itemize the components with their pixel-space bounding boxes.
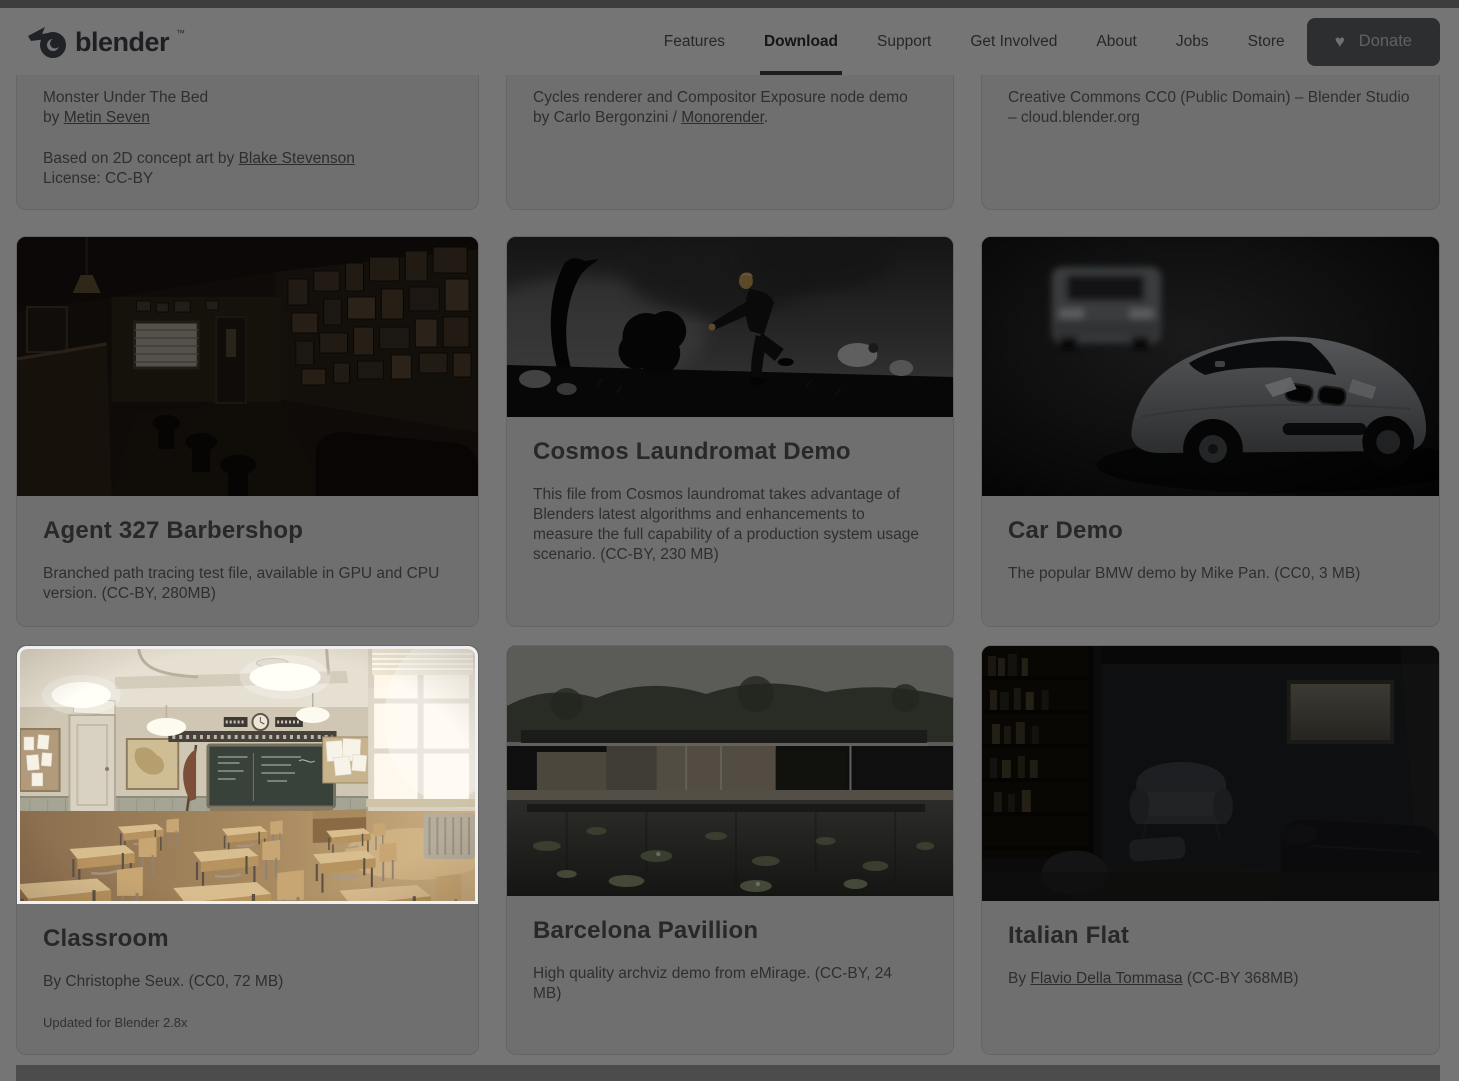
classroom-thumbnail[interactable] <box>17 646 478 904</box>
monster-license: License: CC-BY <box>43 170 154 187</box>
window-top-strip <box>0 0 1459 8</box>
exposure-byline-suffix: . <box>763 109 769 126</box>
blender-logo-icon <box>28 26 66 58</box>
card-classroom: Classroom By Christophe Seux. (CC0, 72 M… <box>16 645 479 1055</box>
card-description: By Flavio Della Tommasa (CC-BY 368MB) <box>1008 969 1413 989</box>
card-cc0-license: Creative Commons CC0 (Public Domain) – B… <box>981 75 1440 210</box>
monster-credit-prefix: Based on 2D concept art by <box>43 150 239 167</box>
card-cosmos-laundromat: Cosmos Laundromat Demo This file from Co… <box>506 236 954 627</box>
donate-label: Donate <box>1358 32 1412 50</box>
demo-files-grid: Monster Under The Bed by Metin Seven Bas… <box>0 75 1459 1081</box>
site-navbar: blender ™ Features Download Support Get … <box>0 8 1459 75</box>
card-barcelona-pavillion: Barcelona Pavillion High quality archviz… <box>506 645 954 1055</box>
link-monorender[interactable]: Monorender <box>681 109 764 126</box>
card-text: Cycles renderer and Compositor Exposure … <box>533 88 927 128</box>
monster-title-line: Monster Under The Bed <box>43 89 209 106</box>
heart-icon: ♥ <box>1334 32 1345 51</box>
card-title: Barcelona Pavillion <box>533 917 759 944</box>
card-description: By Christophe Seux. (CC0, 72 MB) <box>43 973 284 990</box>
card-description: This file from Cosmos laundromat takes a… <box>533 486 919 563</box>
nav-store[interactable]: Store <box>1248 33 1285 51</box>
card-description: Branched path tracing test file, availab… <box>43 565 440 602</box>
card-title: Cosmos Laundromat Demo <box>533 438 851 465</box>
card-agent-327: Agent 327 Barbershop Branched path traci… <box>16 236 479 627</box>
card-italian-flat: Italian Flat By Flavio Della Tommasa (CC… <box>981 645 1440 1055</box>
nav-support[interactable]: Support <box>877 33 931 51</box>
nav-links: Features Download Support Get Involved A… <box>664 33 1285 75</box>
card-title: Classroom <box>43 925 169 952</box>
grid-row-2: Agent 327 Barbershop Branched path traci… <box>16 236 1440 627</box>
card-monster-under-the-bed: Monster Under The Bed by Metin Seven Bas… <box>16 75 479 210</box>
card-text: Creative Commons CC0 (Public Domain) – B… <box>1008 88 1413 128</box>
blender-logo[interactable]: blender ™ <box>28 26 185 58</box>
italian-flat-thumbnail <box>982 646 1439 901</box>
card-description: High quality archviz demo from eMirage. … <box>533 965 892 1002</box>
card-description: The popular BMW demo by Mike Pan. (CC0, … <box>1008 565 1361 582</box>
grid-row-1: Monster Under The Bed by Metin Seven Bas… <box>16 75 1440 210</box>
exposure-line: Cycles renderer and Compositor Exposure … <box>533 89 908 106</box>
link-flavio-della-tommasa[interactable]: Flavio Della Tommasa <box>1030 970 1182 987</box>
card-note: Updated for Blender 2.8x <box>43 1015 188 1030</box>
card-car-demo: Car Demo The popular BMW demo by Mike Pa… <box>981 236 1440 627</box>
italian-byline-prefix: By <box>1008 970 1031 987</box>
footer-band <box>16 1065 1440 1081</box>
cosmos-laundromat-thumbnail <box>507 237 953 417</box>
card-title: Car Demo <box>1008 517 1123 544</box>
cc0-line-2: – cloud.blender.org <box>1008 109 1140 126</box>
card-text: Based on 2D concept art by Blake Stevens… <box>43 149 452 189</box>
card-title: Italian Flat <box>1008 922 1130 949</box>
link-metin-seven[interactable]: Metin Seven <box>64 109 150 126</box>
nav-get-involved[interactable]: Get Involved <box>970 33 1057 51</box>
exposure-byline-prefix: by Carlo Bergonzini / <box>533 109 682 126</box>
nav-about[interactable]: About <box>1096 33 1137 51</box>
nav-download[interactable]: Download <box>759 33 843 75</box>
agent-327-thumbnail <box>17 237 478 496</box>
link-blake-stevenson[interactable]: Blake Stevenson <box>239 150 355 167</box>
italian-byline-suffix: (CC-BY 368MB) <box>1182 970 1299 987</box>
donate-button[interactable]: ♥ Donate <box>1306 17 1440 66</box>
monster-byline-prefix: by <box>43 109 64 126</box>
card-text: Monster Under The Bed by Metin Seven <box>43 88 452 128</box>
card-exposure-node-demo: Cycles renderer and Compositor Exposure … <box>506 75 954 210</box>
card-title: Agent 327 Barbershop <box>43 517 304 544</box>
barcelona-pavillion-thumbnail <box>507 646 953 896</box>
brand-name: blender <box>75 26 170 57</box>
car-demo-thumbnail <box>982 237 1439 496</box>
cc0-line-1: Creative Commons CC0 (Public Domain) – B… <box>1008 89 1410 106</box>
nav-features[interactable]: Features <box>664 33 725 51</box>
brand-trademark: ™ <box>176 27 186 38</box>
grid-row-3: Classroom By Christophe Seux. (CC0, 72 M… <box>16 645 1440 1055</box>
nav-jobs[interactable]: Jobs <box>1176 33 1209 51</box>
